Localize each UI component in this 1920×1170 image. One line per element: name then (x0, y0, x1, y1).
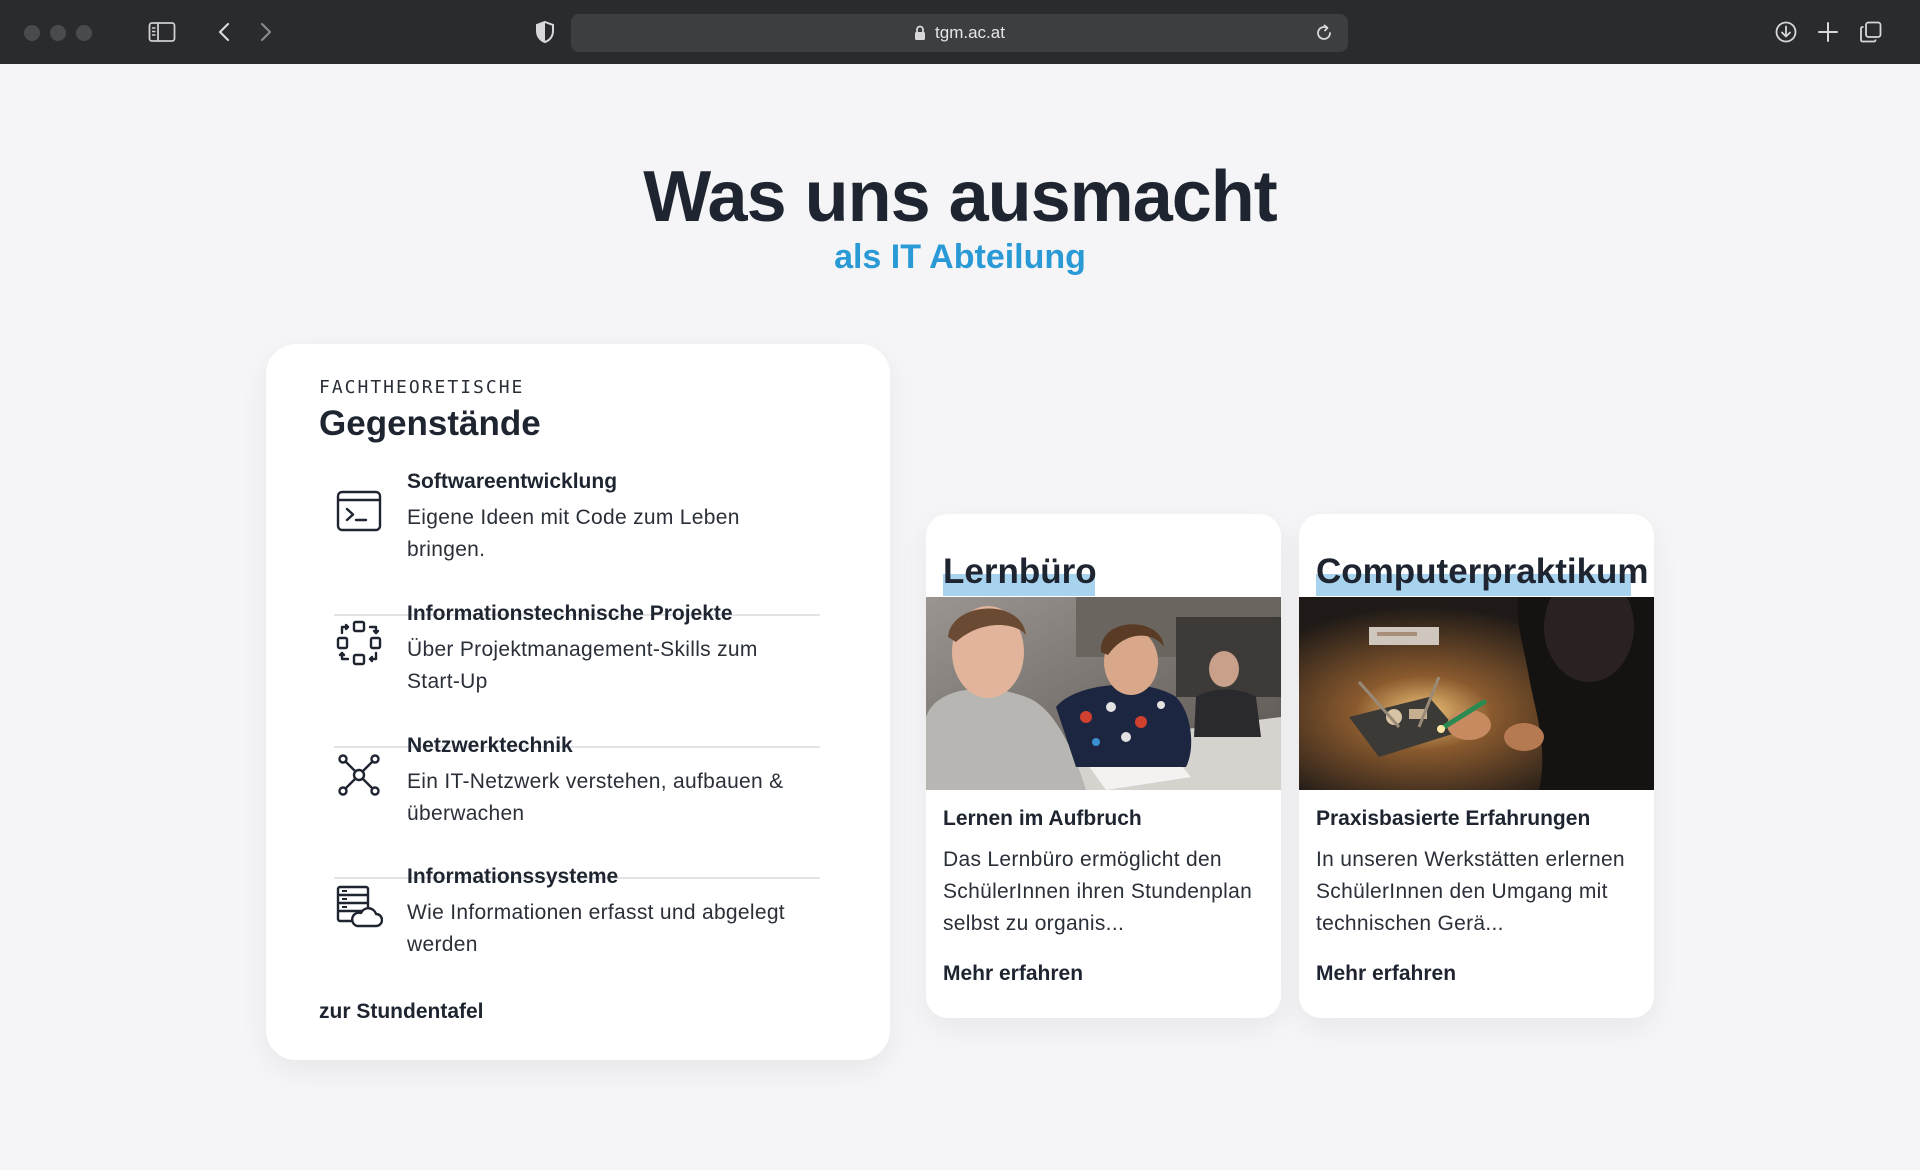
mehr-erfahren-link[interactable]: Mehr erfahren (1316, 962, 1456, 986)
stundentafel-link[interactable]: zur Stundentafel (319, 1000, 484, 1024)
subject-description: Über Projektmanagement-Skills zum Start-… (407, 638, 758, 693)
subject-name: Informationssysteme (407, 865, 619, 888)
terminal-icon (334, 486, 384, 536)
reload-icon[interactable] (1308, 17, 1340, 49)
tabs-overview-icon[interactable] (1855, 16, 1887, 48)
subject-description: Eigene Ideen mit Code zum Leben bringen. (407, 506, 740, 561)
subject-name: Informationstechnische Projekte (407, 602, 733, 625)
feature-card-computerpraktikum[interactable]: Computerpraktikum Praxisbasierte Erfahru… (1299, 514, 1654, 1018)
subject-item-informationssysteme[interactable]: Informationssysteme Wie Informationen er… (334, 865, 820, 996)
download-icon[interactable] (1770, 16, 1802, 48)
page-viewport: Was uns ausmacht als IT Abteilung FACHTH… (0, 64, 1920, 1170)
lock-icon (914, 25, 926, 41)
shield-icon[interactable] (529, 16, 561, 48)
network-icon (334, 750, 384, 800)
feature-card-lernbuero[interactable]: Lernbüro Lernen im Aufbruch Das Lernbüro… (926, 514, 1281, 1018)
feature-subtitle: Lernen im Aufbruch (943, 807, 1142, 830)
minimize-window-button[interactable] (50, 25, 66, 41)
sidebar-icon[interactable] (146, 16, 178, 48)
subjects-title: Gegenstände (319, 404, 541, 443)
classroom-photo (926, 597, 1281, 790)
forward-icon[interactable] (250, 16, 282, 48)
feature-title: Computerpraktikum (1316, 552, 1649, 591)
feature-description: In unseren Werkstätten erlernen SchülerI… (1316, 848, 1625, 935)
maximize-window-button[interactable] (76, 25, 92, 41)
subject-name: Softwareentwicklung (407, 470, 618, 493)
new-tab-icon[interactable] (1812, 16, 1844, 48)
mehr-erfahren-link[interactable]: Mehr erfahren (943, 962, 1083, 986)
feature-title: Lernbüro (943, 552, 1097, 591)
workshop-photo (1299, 597, 1654, 790)
page-subtitle: als IT Abteilung (834, 238, 1086, 276)
subject-description: Ein IT-Netzwerk verstehen, aufbauen & üb… (407, 770, 784, 825)
project-cycle-icon (334, 618, 384, 668)
subject-description: Wie Informationen erfasst und abgelegt w… (407, 901, 785, 956)
server-cloud-icon (334, 881, 384, 931)
feature-subtitle: Praxisbasierte Erfahrungen (1316, 807, 1591, 830)
subject-item-projekte[interactable]: Informationstechnische Projekte Über Pro… (334, 602, 820, 733)
subject-name: Netzwerktechnik (407, 734, 573, 757)
subject-item-softwareentwicklung[interactable]: Softwareentwicklung Eigene Ideen mit Cod… (334, 470, 820, 601)
close-window-button[interactable] (24, 25, 40, 41)
subjects-eyebrow: FACHTHEORETISCHE (319, 377, 525, 398)
page-title: Was uns ausmacht (643, 157, 1278, 237)
url-text: tgm.ac.at (935, 23, 1005, 42)
browser-toolbar: tgm.ac.at (0, 0, 1920, 65)
back-icon[interactable] (208, 16, 240, 48)
address-bar[interactable]: tgm.ac.at (571, 14, 1348, 52)
subjects-card: FACHTHEORETISCHE Gegenstände Softwareent… (266, 344, 890, 1060)
feature-description: Das Lernbüro ermöglicht den SchülerInnen… (943, 848, 1253, 935)
subject-item-netzwerktechnik[interactable]: Netzwerktechnik Ein IT-Netzwerk verstehe… (334, 734, 820, 865)
